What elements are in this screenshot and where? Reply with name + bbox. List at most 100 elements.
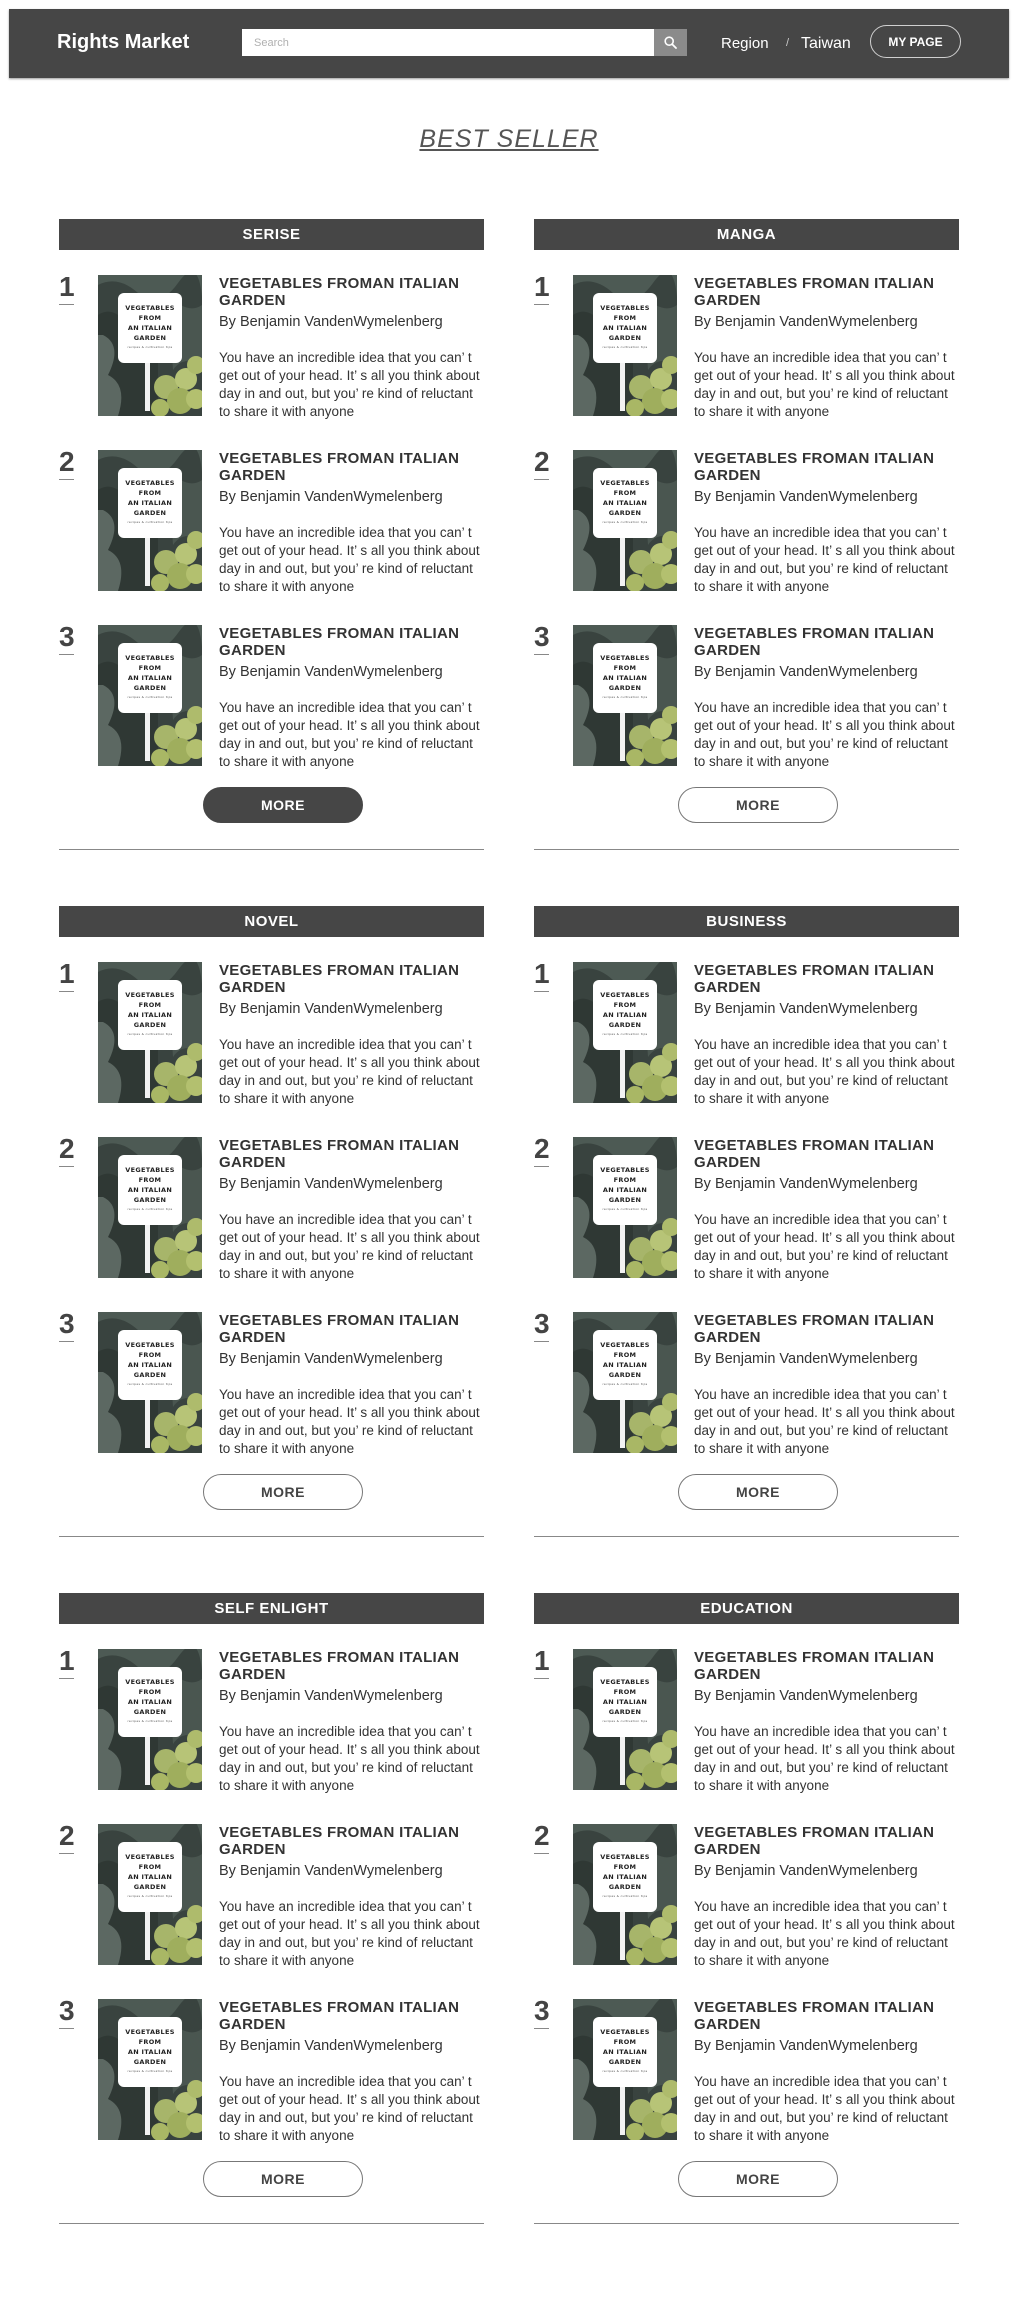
book-list-item[interactable]: 1 VEGETABLES FROM AN ITALIAN GARDEN reci… bbox=[59, 959, 484, 1109]
rank-number: 2 bbox=[534, 1821, 550, 1854]
book-list-item[interactable]: 2 VEGETABLES FROM AN ITALIAN GARDEN reci… bbox=[534, 1821, 959, 1971]
book-list-item[interactable]: 3 VEGETABLES FROM AN ITALIAN GARDEN reci… bbox=[534, 1996, 959, 2146]
book-list-item[interactable]: 1 VEGETABLES FROM AN ITALIAN GARDEN reci… bbox=[59, 1646, 484, 1796]
book-author: By Benjamin VandenWymelenberg bbox=[219, 2038, 443, 2054]
rank-number: 3 bbox=[534, 1309, 550, 1342]
book-title[interactable]: VEGETABLES FROMAN ITALIAN GARDEN bbox=[694, 275, 959, 309]
section-divider bbox=[534, 1536, 959, 1537]
book-title[interactable]: VEGETABLES FROMAN ITALIAN GARDEN bbox=[219, 1649, 484, 1683]
book-cover[interactable]: VEGETABLES FROM AN ITALIAN GARDEN recipe… bbox=[573, 1824, 677, 1965]
book-cover[interactable]: VEGETABLES FROM AN ITALIAN GARDEN recipe… bbox=[98, 450, 202, 591]
more-button[interactable]: MORE bbox=[678, 2161, 838, 2197]
section-header[interactable]: BUSINESS bbox=[534, 906, 959, 937]
region-selector[interactable]: Taiwan bbox=[801, 35, 851, 53]
cover-title: VEGETABLES FROM AN ITALIAN GARDEN recipe… bbox=[125, 654, 175, 699]
section-divider bbox=[534, 849, 959, 850]
book-description: You have an incredible idea that you can… bbox=[219, 1899, 480, 1968]
book-author: By Benjamin VandenWymelenberg bbox=[219, 1863, 443, 1879]
book-title[interactable]: VEGETABLES FROMAN ITALIAN GARDEN bbox=[694, 450, 959, 484]
more-button[interactable]: MORE bbox=[203, 787, 363, 823]
search-button[interactable] bbox=[654, 29, 687, 56]
book-cover[interactable]: VEGETABLES FROM AN ITALIAN GARDEN recipe… bbox=[98, 625, 202, 766]
book-title[interactable]: VEGETABLES FROMAN ITALIAN GARDEN bbox=[219, 1824, 484, 1858]
book-list-item[interactable]: 2 VEGETABLES FROM AN ITALIAN GARDEN reci… bbox=[59, 447, 484, 597]
cover-title: VEGETABLES FROM AN ITALIAN GARDEN recipe… bbox=[125, 1853, 175, 1898]
book-cover[interactable]: VEGETABLES FROM AN ITALIAN GARDEN recipe… bbox=[98, 1824, 202, 1965]
book-title[interactable]: VEGETABLES FROMAN ITALIAN GARDEN bbox=[694, 1312, 959, 1346]
book-list-item[interactable]: 1 VEGETABLES FROM AN ITALIAN GARDEN reci… bbox=[534, 1646, 959, 1796]
search-input[interactable] bbox=[242, 29, 654, 56]
book-list-item[interactable]: 3 VEGETABLES FROM AN ITALIAN GARDEN reci… bbox=[534, 622, 959, 772]
book-title[interactable]: VEGETABLES FROMAN ITALIAN GARDEN bbox=[694, 1824, 959, 1858]
bestseller-section: MANGA 1 VEGETABLES FROM AN ITALIAN GARDE… bbox=[534, 219, 959, 859]
book-title[interactable]: VEGETABLES FROMAN ITALIAN GARDEN bbox=[219, 275, 484, 309]
section-divider bbox=[59, 1536, 484, 1537]
book-cover[interactable]: VEGETABLES FROM AN ITALIAN GARDEN recipe… bbox=[98, 962, 202, 1103]
book-description: You have an incredible idea that you can… bbox=[219, 1212, 480, 1281]
book-title[interactable]: VEGETABLES FROMAN ITALIAN GARDEN bbox=[219, 962, 484, 996]
section-header[interactable]: NOVEL bbox=[59, 906, 484, 937]
book-list-item[interactable]: 1 VEGETABLES FROM AN ITALIAN GARDEN reci… bbox=[534, 272, 959, 422]
my-page-button[interactable]: MY PAGE bbox=[870, 25, 961, 58]
book-list-item[interactable]: 3 VEGETABLES FROM AN ITALIAN GARDEN reci… bbox=[534, 1309, 959, 1459]
book-list-item[interactable]: 2 VEGETABLES FROM AN ITALIAN GARDEN reci… bbox=[534, 447, 959, 597]
bestseller-section: SELF ENLIGHT 1 VEGETABLES FROM AN ITALIA… bbox=[59, 1593, 484, 2233]
book-list-item[interactable]: 3 VEGETABLES FROM AN ITALIAN GARDEN reci… bbox=[59, 1996, 484, 2146]
book-title[interactable]: VEGETABLES FROMAN ITALIAN GARDEN bbox=[219, 1137, 484, 1171]
book-author: By Benjamin VandenWymelenberg bbox=[694, 1351, 918, 1367]
book-list-item[interactable]: 2 VEGETABLES FROM AN ITALIAN GARDEN reci… bbox=[59, 1134, 484, 1284]
book-title[interactable]: VEGETABLES FROMAN ITALIAN GARDEN bbox=[694, 1649, 959, 1683]
bestseller-section: BUSINESS 1 VEGETABLES FROM AN ITALIAN GA… bbox=[534, 906, 959, 1546]
more-button[interactable]: MORE bbox=[678, 787, 838, 823]
book-description: You have an incredible idea that you can… bbox=[219, 1724, 480, 1793]
book-list-item[interactable]: 2 VEGETABLES FROM AN ITALIAN GARDEN reci… bbox=[59, 1821, 484, 1971]
book-list-item[interactable]: 2 VEGETABLES FROM AN ITALIAN GARDEN reci… bbox=[534, 1134, 959, 1284]
rank-number: 3 bbox=[534, 622, 550, 655]
book-cover[interactable]: VEGETABLES FROM AN ITALIAN GARDEN recipe… bbox=[573, 1999, 677, 2140]
book-cover[interactable]: VEGETABLES FROM AN ITALIAN GARDEN recipe… bbox=[98, 1312, 202, 1453]
book-title[interactable]: VEGETABLES FROMAN ITALIAN GARDEN bbox=[219, 625, 484, 659]
section-divider bbox=[534, 2223, 959, 2224]
book-description: You have an incredible idea that you can… bbox=[219, 2074, 480, 2143]
book-title[interactable]: VEGETABLES FROMAN ITALIAN GARDEN bbox=[219, 1999, 484, 2033]
book-cover[interactable]: VEGETABLES FROM AN ITALIAN GARDEN recipe… bbox=[573, 962, 677, 1103]
rank-number: 1 bbox=[534, 272, 550, 305]
book-cover[interactable]: VEGETABLES FROM AN ITALIAN GARDEN recipe… bbox=[98, 1999, 202, 2140]
more-button[interactable]: MORE bbox=[203, 1474, 363, 1510]
cover-title: VEGETABLES FROM AN ITALIAN GARDEN recipe… bbox=[125, 991, 175, 1036]
book-cover[interactable]: VEGETABLES FROM AN ITALIAN GARDEN recipe… bbox=[98, 1137, 202, 1278]
more-button[interactable]: MORE bbox=[678, 1474, 838, 1510]
rank-number: 2 bbox=[59, 447, 75, 480]
book-cover[interactable]: VEGETABLES FROM AN ITALIAN GARDEN recipe… bbox=[573, 450, 677, 591]
book-title[interactable]: VEGETABLES FROMAN ITALIAN GARDEN bbox=[694, 962, 959, 996]
book-title[interactable]: VEGETABLES FROMAN ITALIAN GARDEN bbox=[694, 625, 959, 659]
book-title[interactable]: VEGETABLES FROMAN ITALIAN GARDEN bbox=[219, 450, 484, 484]
book-list-item[interactable]: 1 VEGETABLES FROM AN ITALIAN GARDEN reci… bbox=[534, 959, 959, 1109]
cover-title: VEGETABLES FROM AN ITALIAN GARDEN recipe… bbox=[600, 2028, 650, 2073]
book-cover[interactable]: VEGETABLES FROM AN ITALIAN GARDEN recipe… bbox=[98, 1649, 202, 1790]
site-logo[interactable]: Rights Market bbox=[57, 31, 189, 54]
book-title[interactable]: VEGETABLES FROMAN ITALIAN GARDEN bbox=[694, 1137, 959, 1171]
book-description: You have an incredible idea that you can… bbox=[694, 525, 955, 594]
more-button[interactable]: MORE bbox=[203, 2161, 363, 2197]
book-cover[interactable]: VEGETABLES FROM AN ITALIAN GARDEN recipe… bbox=[573, 625, 677, 766]
book-cover[interactable]: VEGETABLES FROM AN ITALIAN GARDEN recipe… bbox=[573, 1312, 677, 1453]
book-author: By Benjamin VandenWymelenberg bbox=[219, 1001, 443, 1017]
book-cover[interactable]: VEGETABLES FROM AN ITALIAN GARDEN recipe… bbox=[573, 275, 677, 416]
section-header[interactable]: EDUCATION bbox=[534, 1593, 959, 1624]
book-title[interactable]: VEGETABLES FROMAN ITALIAN GARDEN bbox=[694, 1999, 959, 2033]
book-list-item[interactable]: 3 VEGETABLES FROM AN ITALIAN GARDEN reci… bbox=[59, 1309, 484, 1459]
section-header[interactable]: MANGA bbox=[534, 219, 959, 250]
book-cover[interactable]: VEGETABLES FROM AN ITALIAN GARDEN recipe… bbox=[98, 275, 202, 416]
book-cover[interactable]: VEGETABLES FROM AN ITALIAN GARDEN recipe… bbox=[573, 1137, 677, 1278]
section-header[interactable]: SELF ENLIGHT bbox=[59, 1593, 484, 1624]
book-author: By Benjamin VandenWymelenberg bbox=[219, 1176, 443, 1192]
book-list-item[interactable]: 1 VEGETABLES FROM AN ITALIAN GARDEN reci… bbox=[59, 272, 484, 422]
book-cover[interactable]: VEGETABLES FROM AN ITALIAN GARDEN recipe… bbox=[573, 1649, 677, 1790]
section-header[interactable]: SERISE bbox=[59, 219, 484, 250]
rank-number: 1 bbox=[59, 1646, 75, 1679]
book-description: You have an incredible idea that you can… bbox=[694, 2074, 955, 2143]
region-label: Region bbox=[721, 35, 769, 52]
book-title[interactable]: VEGETABLES FROMAN ITALIAN GARDEN bbox=[219, 1312, 484, 1346]
book-list-item[interactable]: 3 VEGETABLES FROM AN ITALIAN GARDEN reci… bbox=[59, 622, 484, 772]
